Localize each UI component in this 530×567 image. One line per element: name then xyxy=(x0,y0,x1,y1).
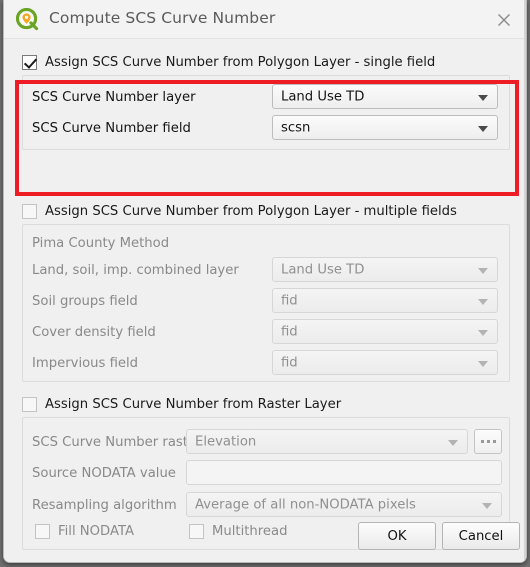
qgis-logo-icon xyxy=(16,8,39,31)
input-source-nodata-value[interactable] xyxy=(186,460,502,485)
dialog-right-edge xyxy=(524,0,526,562)
compute-scs-curve-number-dialog: Compute SCS Curve Number Assign SCS Curv… xyxy=(3,0,527,563)
combobox-impervious-field[interactable]: fid xyxy=(272,350,498,375)
combobox-soil-groups-field[interactable]: fid xyxy=(272,288,498,313)
dialog-footer: OK Cancel xyxy=(4,511,526,562)
ellipsis-icon xyxy=(480,440,484,443)
chevron-down-icon xyxy=(478,329,488,336)
checkbox-polygon-multiple-fields[interactable] xyxy=(22,203,37,219)
label-scs-curve-number-layer: SCS Curve Number layer xyxy=(32,90,196,105)
checkbox-polygon-single-field-label: Assign SCS Curve Number from Polygon Lay… xyxy=(45,54,436,70)
ellipsis-icon xyxy=(486,440,490,443)
combobox-scs-curve-number-raster-value: Elevation xyxy=(195,434,257,449)
dialog-title: Compute SCS Curve Number xyxy=(49,9,276,27)
cancel-button[interactable]: Cancel xyxy=(442,522,520,550)
checkbox-polygon-multiple-fields-label: Assign SCS Curve Number from Polygon Lay… xyxy=(45,203,457,219)
label-scs-curve-number-field: SCS Curve Number field xyxy=(32,121,191,136)
close-icon[interactable] xyxy=(493,9,515,31)
combobox-resampling-algorithm-value: Average of all non-NODATA pixels xyxy=(195,497,416,512)
label-source-nodata-value: Source NODATA value xyxy=(32,466,176,481)
checkbox-raster-layer[interactable] xyxy=(22,396,37,412)
ok-button[interactable]: OK xyxy=(358,522,436,550)
chevron-down-icon xyxy=(478,94,488,101)
combobox-impervious-field-value: fid xyxy=(281,355,298,370)
combobox-scs-curve-number-raster[interactable]: Elevation xyxy=(186,429,468,454)
label-scs-curve-number-raster: SCS Curve Number raster xyxy=(32,435,202,450)
combobox-scs-curve-number-layer-value: Land Use TD xyxy=(281,89,365,104)
combobox-cover-density-field-value: fid xyxy=(281,324,298,339)
chevron-down-icon xyxy=(478,125,488,132)
chevron-down-icon xyxy=(478,298,488,305)
label-cover-density-field: Cover density field xyxy=(32,325,156,340)
label-soil-groups-field: Soil groups field xyxy=(32,294,138,309)
combobox-scs-curve-number-field-value: scsn xyxy=(281,120,311,135)
checkbox-polygon-single-field[interactable] xyxy=(22,54,37,70)
dialog-titlebar: Compute SCS Curve Number xyxy=(4,0,526,39)
browse-raster-button[interactable] xyxy=(474,429,502,454)
section-polygon-single-field-header[interactable]: Assign SCS Curve Number from Polygon Lay… xyxy=(22,52,435,72)
chevron-down-icon xyxy=(478,360,488,367)
chevron-down-icon xyxy=(478,267,488,274)
combobox-scs-curve-number-field[interactable]: scsn xyxy=(272,115,498,140)
chevron-down-icon xyxy=(482,502,492,509)
section-polygon-multiple-fields-header[interactable]: Assign SCS Curve Number from Polygon Lay… xyxy=(22,201,457,221)
section-raster-layer-header[interactable]: Assign SCS Curve Number from Raster Laye… xyxy=(22,394,341,414)
combobox-scs-curve-number-layer[interactable]: Land Use TD xyxy=(272,84,498,109)
combobox-land-soil-imp-combined-layer-value: Land Use TD xyxy=(281,262,365,277)
label-land-soil-imp-combined-layer: Land, soil, imp. combined layer xyxy=(32,263,239,278)
combobox-soil-groups-field-value: fid xyxy=(281,293,298,308)
label-pima-county-method: Pima County Method xyxy=(32,236,170,251)
combobox-land-soil-imp-combined-layer[interactable]: Land Use TD xyxy=(272,257,498,282)
combobox-cover-density-field[interactable]: fid xyxy=(272,319,498,344)
ellipsis-icon xyxy=(492,440,496,443)
dialog-content: Assign SCS Curve Number from Polygon Lay… xyxy=(4,39,526,562)
checkbox-raster-layer-label: Assign SCS Curve Number from Raster Laye… xyxy=(45,396,342,412)
chevron-down-icon xyxy=(448,439,458,446)
label-impervious-field: Impervious field xyxy=(32,356,139,371)
